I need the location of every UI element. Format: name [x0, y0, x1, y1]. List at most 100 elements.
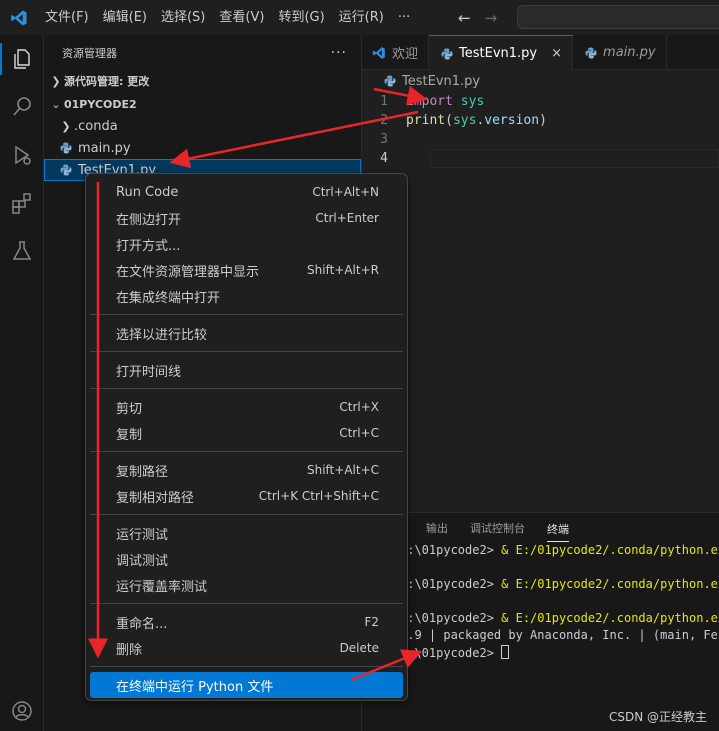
menu-item-shortcut: Ctrl+C	[339, 426, 379, 440]
menu-separator	[90, 314, 403, 315]
terminal-prompt: E:\01pycode2>	[400, 611, 502, 625]
menu-item-shortcut: F2	[364, 615, 379, 629]
workspace-section-header[interactable]: ⌄ 01PYCODE2	[44, 93, 361, 115]
chevron-down-icon: ⌄	[51, 97, 61, 111]
menu-item-shortcut: Delete	[339, 641, 379, 655]
context-menu-item[interactable]: 运行测试	[90, 520, 403, 546]
context-menu-item[interactable]: 在文件资源管理器中显示 Shift+Alt+R	[90, 257, 403, 283]
explorer-icon[interactable]	[0, 39, 44, 79]
context-menu-item[interactable]: 打开时间线	[90, 357, 403, 383]
menu-item-label: 复制	[116, 427, 143, 443]
terminal-command: & E:/01pycode2/.conda/python.exe	[501, 577, 719, 591]
context-menu-item[interactable]: 在集成终端中打开	[90, 283, 403, 309]
python-file-icon	[58, 140, 74, 156]
tab-label: TestEvn1.py	[459, 46, 538, 61]
scm-section-header[interactable]: ❯ 源代码管理: 更改	[44, 70, 361, 92]
python-file-icon	[583, 45, 599, 61]
line-number: 2	[380, 113, 388, 128]
menu-view[interactable]: 查看(V)	[212, 0, 271, 35]
code-editor[interactable]: 1 import sys 2 print(sys. version) 3 4	[362, 92, 719, 168]
menu-item-label: 运行测试	[116, 527, 169, 543]
menu-separator	[90, 451, 403, 452]
context-menu-item[interactable]: 运行覆盖率测试	[90, 572, 403, 598]
vscode-logo-icon	[372, 46, 386, 60]
context-menu-item[interactable]: 选择以进行比较	[90, 320, 403, 346]
account-icon[interactable]	[0, 691, 44, 731]
menu-separator	[90, 666, 403, 667]
terminal-prompt: E:\01pycode2>	[400, 646, 502, 660]
context-menu-item[interactable]: 调试测试	[90, 546, 403, 572]
tree-item-label: main.py	[78, 140, 131, 156]
search-icon[interactable]	[0, 87, 44, 127]
menu-item-label: 打开时间线	[116, 364, 182, 380]
line-number: 1	[380, 94, 388, 109]
menu-edit[interactable]: 编辑(E)	[96, 0, 154, 35]
tab-label: main.py	[603, 45, 656, 60]
menu-separator	[90, 388, 403, 389]
command-center-search[interactable]	[517, 5, 719, 29]
line-number: 4	[380, 151, 388, 166]
vscode-logo-icon	[6, 5, 32, 31]
context-menu-item[interactable]: 复制相对路径 Ctrl+K Ctrl+Shift+C	[90, 483, 403, 509]
terminal-line: E:\01pycode2> & E:/01pycode2/.conda/pyth…	[400, 611, 719, 628]
menu-item-shortcut: Ctrl+K Ctrl+Shift+C	[258, 489, 379, 503]
explorer-more-button[interactable]: ···	[331, 45, 347, 61]
tab-testevn1-py[interactable]: TestEvn1.py ×	[429, 35, 574, 71]
watermark: CSDN @正经教主	[608, 710, 707, 724]
menu-item-shortcut: Shift+Alt+R	[307, 263, 379, 277]
breadcrumb: TestEvn1.py	[362, 70, 719, 92]
menu-item-label: 在文件资源管理器中显示	[116, 264, 260, 280]
tree-item-main-py[interactable]: main.py	[44, 137, 361, 159]
menu-item-shortcut: Ctrl+Alt+N	[312, 185, 379, 199]
terminal-line: 2.9 | packaged by Anaconda, Inc. | (main…	[400, 628, 719, 645]
editor-tabs: 欢迎 TestEvn1.py × main.py	[362, 35, 719, 71]
code-paren: (	[445, 113, 453, 128]
code-module: sys	[460, 94, 485, 109]
menu-run[interactable]: 运行(R)	[332, 0, 391, 35]
menu-item-label: 删除	[116, 642, 143, 658]
python-file-icon	[439, 46, 455, 62]
menu-go[interactable]: 转到(G)	[271, 0, 331, 35]
context-menu: Run Code Ctrl+Alt+N 在侧边打开 Ctrl+Enter 打开方式...…	[85, 173, 408, 701]
menu-item-label: 在集成终端中打开	[116, 290, 221, 306]
menu-separator	[90, 514, 403, 515]
extensions-icon[interactable]	[0, 183, 44, 223]
menu-selection[interactable]: 选择(S)	[154, 0, 212, 35]
tab-terminal[interactable]: 终端	[547, 518, 569, 542]
context-menu-item[interactable]: 复制路径 Shift+Alt+C	[90, 457, 403, 483]
tab-main-py[interactable]: main.py	[573, 35, 667, 70]
menu-item-label: 复制相对路径	[116, 490, 195, 506]
context-menu-item[interactable]: 复制 Ctrl+C	[90, 420, 403, 446]
tree-item-label: .conda	[74, 118, 118, 134]
context-menu-item[interactable]: 在终端中运行 Python 文件	[90, 672, 403, 698]
terminal[interactable]: E:\01pycode2> & E:/01pycode2/.conda/pyth…	[362, 543, 719, 662]
code-line-3: 3	[362, 130, 719, 149]
tree-item-conda[interactable]: ❯ .conda	[44, 115, 361, 137]
forward-arrow-icon[interactable]: →	[485, 9, 498, 27]
context-menu-item[interactable]: 打开方式...	[90, 231, 403, 257]
title-bar: 文件(F) 编辑(E) 选择(S) 查看(V) 转到(G) 运行(R) ··· …	[0, 0, 719, 35]
code-keyword: import	[406, 94, 453, 109]
menu-more[interactable]: ···	[391, 0, 417, 35]
close-icon[interactable]: ×	[551, 46, 562, 61]
terminal-output: 2.9 | packaged by Anaconda, Inc. | (main…	[400, 628, 719, 642]
code-line-2: 2 print(sys. version)	[362, 111, 719, 130]
menu-item-label: 选择以进行比较	[116, 327, 208, 343]
back-arrow-icon[interactable]: ←	[458, 9, 471, 27]
menu-file[interactable]: 文件(F)	[38, 0, 96, 35]
tab-welcome[interactable]: 欢迎	[362, 35, 430, 70]
context-menu-item[interactable]: 重命名... F2	[90, 609, 403, 635]
tab-output[interactable]: 输出	[426, 513, 448, 543]
breadcrumb-file[interactable]: TestEvn1.py	[402, 74, 480, 89]
terminal-command: & E:/01pycode2/.conda/python.exe	[501, 611, 719, 625]
bottom-panel: 输出 调试控制台 终端 E:\01pycode2> & E:/01pycode2…	[362, 512, 719, 731]
scm-section-label: 源代码管理: 更改	[64, 75, 150, 88]
tab-debug-console[interactable]: 调试控制台	[470, 513, 525, 543]
run-debug-icon[interactable]	[0, 135, 44, 175]
context-menu-item[interactable]: Run Code Ctrl+Alt+N	[90, 179, 403, 205]
context-menu-item[interactable]: 在侧边打开 Ctrl+Enter	[90, 205, 403, 231]
context-menu-item[interactable]: 删除 Delete	[90, 635, 403, 661]
testing-flask-icon[interactable]	[0, 231, 44, 271]
activity-bar	[0, 35, 44, 731]
context-menu-item[interactable]: 剪切 Ctrl+X	[90, 394, 403, 420]
